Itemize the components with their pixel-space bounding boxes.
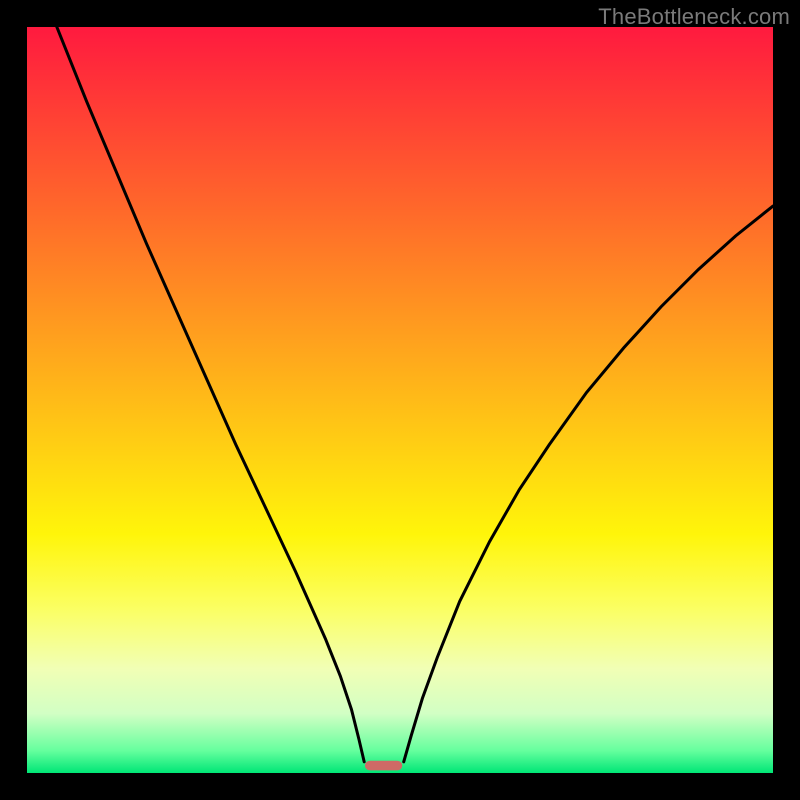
curves-layer xyxy=(27,27,773,773)
left-curve xyxy=(57,27,364,762)
chart-frame: TheBottleneck.com xyxy=(0,0,800,800)
bottom-marker xyxy=(365,761,402,771)
right-curve xyxy=(404,206,773,762)
plot-area xyxy=(27,27,773,773)
